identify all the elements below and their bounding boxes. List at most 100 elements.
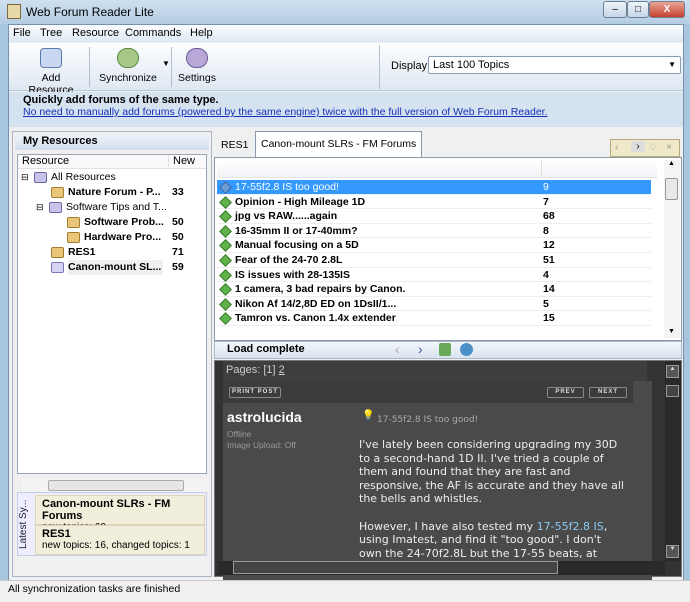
topic-row[interactable]: Tamron vs. Canon 1.4x extender 15 [217,311,651,326]
topic-title: 17-55f2.8 IS too good! [235,181,339,193]
browser-toolbar: Load complete ‹ › [214,341,682,359]
topic-row[interactable]: IS issues with 28-135IS 4 [217,268,651,283]
menu-bar: File Tree Resource Commands Help [9,25,683,42]
pages-nav: Pages: [1] 2 [223,361,647,381]
topic-icon [219,239,232,253]
topic-icon [219,254,232,267]
sync-item[interactable]: Canon-mount SLRs - FM Forumsnew topics: … [35,495,205,533]
status-bar: All synchronization tasks are finished [0,580,690,602]
topic-title: Tamron vs. Canon 1.4x extender [235,312,396,325]
topic-title: Opinion - High Mileage 1D [235,195,366,208]
post-subject: 17-55f2.8 IS too good! [377,415,479,425]
tab-controls: ‹ › ♡ × [610,139,680,157]
topic-title: Nikon Af 14/2,8D ED on 1DsII/1... [235,297,397,310]
collapse-icon[interactable]: ⊟ [21,170,29,185]
tree-item-selected[interactable]: Canon-mount SL... 59 [18,260,206,275]
add-resource-button[interactable]: Add Resource [19,45,83,96]
toolbar-separator [171,47,172,87]
col-resource[interactable]: Resource [22,155,69,167]
banner-link[interactable]: No need to manually add forums (powered … [23,106,548,118]
topic-title: jpg vs RAW......again [235,210,338,223]
topic-row[interactable]: Manual focusing on a 5D 12 [217,238,651,253]
next-button[interactable]: NEXT [589,387,627,398]
topic-row[interactable]: 1 camera, 3 bad repairs by Canon. 14 [217,282,651,297]
topic-row[interactable]: 16-35mm II or 17-40mm? 8 [217,224,651,239]
topic-row[interactable]: Nikon Af 14/2,8D ED on 1DsII/1... 5 [217,297,651,312]
prev-button[interactable]: PREV [547,387,584,398]
post-link[interactable]: 17-55f2.8 IS [537,520,604,533]
topic-row[interactable]: jpg vs RAW......again 68 [217,209,651,224]
lightbulb-icon: 💡 [362,410,375,421]
synchronize-button[interactable]: Synchronize [95,45,161,89]
menu-commands[interactable]: Commands [125,27,181,39]
scrollbar-thumb[interactable] [233,561,558,574]
refresh-icon[interactable] [460,343,473,356]
display-label: Display: [391,60,431,72]
topic-icon [219,181,232,194]
tree-item[interactable]: RES1 71 [18,245,206,260]
close-button[interactable]: X [649,1,685,18]
tree-item-label: All Resources [51,171,116,183]
back-icon[interactable]: ‹ [395,341,400,357]
scroll-down-icon[interactable]: ▼ [668,328,675,335]
sync-item[interactable]: RES1 new topics: 16, changed topics: 1 [35,525,205,555]
scrollbar-thumb[interactable] [48,480,184,491]
tab-canon-mount-slrs[interactable]: Canon-mount SLRs - FM Forums [255,131,423,157]
folder-icon [34,172,47,183]
minimize-button[interactable]: – [603,1,627,18]
tab-list-icon[interactable]: ♡ [649,142,657,153]
menu-help[interactable]: Help [190,27,213,39]
scrollbar-thumb[interactable] [666,385,679,397]
author-upload: Image Upload: Off [227,440,296,450]
settings-button[interactable]: Settings [175,45,219,89]
tab-close-icon[interactable]: × [666,142,672,153]
vertical-scrollbar[interactable]: ▲ ▼ [664,160,680,338]
topic-row[interactable]: Opinion - High Mileage 1D 7 [217,195,651,210]
col-new[interactable]: New [168,155,195,167]
maximize-button[interactable]: □ [627,1,649,18]
topic-row[interactable]: 17-55f2.8 IS too good! 9 [217,180,651,195]
scrollbar-thumb[interactable] [665,178,678,200]
post-paragraph: However, I have also tested my 17-55f2.8… [359,520,625,561]
horizontal-scrollbar[interactable] [217,561,665,575]
scroll-top-icon[interactable] [439,343,451,356]
tree-item-count: 50 [172,231,184,243]
scroll-down-icon[interactable]: ▼ [666,545,679,558]
topic-title: 1 camera, 3 bad repairs by Canon. [235,283,406,296]
vertical-scrollbar[interactable]: ▲ ▼ [665,361,681,561]
tab-prev-icon[interactable]: ‹ [615,142,618,153]
tree-item[interactable]: Nature Forum - P... 33 [18,185,206,200]
tree-item-label: RES1 [68,246,96,258]
topic-count: 12 [543,239,555,252]
menu-tree[interactable]: Tree [40,27,62,39]
forum-icon [51,247,64,258]
display-select[interactable]: Last 100 Topics ▼ [428,56,681,74]
print-post-button[interactable]: PRINT POST [229,387,281,398]
tree-item[interactable]: ⊟ All Resources [18,170,206,185]
tree-item[interactable]: Hardware Pro... 50 [18,230,206,245]
banner-title: Quickly add forums of the same type. [23,94,219,106]
resource-tree: Resource New ⊟ All Resources Nature Forum… [17,154,210,493]
tree-item[interactable]: ⊟ Software Tips and T... [18,200,206,215]
latest-sync-label: Latest Sy... [18,499,29,549]
tab-next-icon[interactable]: › [631,141,645,152]
topic-icon [219,210,232,224]
topic-icon [219,195,232,209]
tree-item-label: Canon-mount SL... [68,260,164,275]
collapse-icon[interactable]: ⊟ [36,200,44,215]
topic-row[interactable]: Fear of the 24-70 2.8L 51 [217,253,651,268]
scroll-up-icon[interactable]: ▲ [666,365,679,378]
tree-item[interactable]: Software Prob... 50 [18,215,206,230]
scroll-up-icon[interactable]: ▲ [668,160,675,167]
page-link[interactable]: 2 [279,364,285,376]
menu-file[interactable]: File [13,27,31,39]
tree-item-label: Nature Forum - P... [68,186,161,198]
synchronize-dropdown-icon[interactable]: ▼ [162,59,170,68]
post-body: I've lately been considering upgrading m… [359,438,625,581]
page-current: [1] [263,364,276,376]
tab-res1[interactable]: RES1 [216,133,253,157]
horizontal-scrollbar[interactable] [22,479,210,493]
post-author[interactable]: astrolucida [227,409,302,425]
forward-icon[interactable]: › [418,341,423,357]
menu-resource[interactable]: Resource [72,27,119,39]
